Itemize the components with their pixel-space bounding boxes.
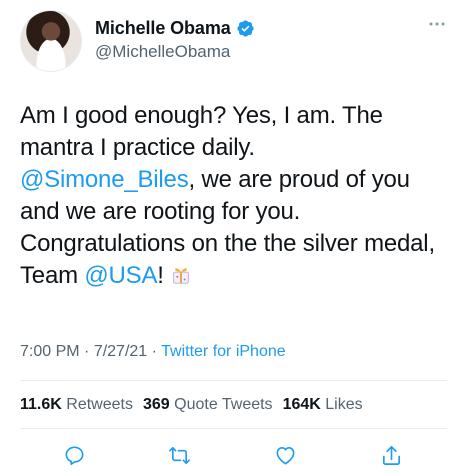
avatar[interactable] bbox=[20, 10, 82, 72]
share-icon bbox=[382, 445, 400, 465]
share-button[interactable] bbox=[376, 440, 406, 470]
likes-label: Likes bbox=[325, 396, 363, 413]
gift-emoji bbox=[172, 268, 189, 284]
likes-count: 164K bbox=[282, 396, 321, 413]
retweet-icon bbox=[168, 446, 190, 464]
quote-tweets-stat[interactable]: 369 Quote Tweets bbox=[143, 396, 273, 413]
tweet-meta: 7:00 PM · 7/27/21 · Twitter for iPhone bbox=[20, 343, 286, 361]
tweet-date[interactable]: 7/27/21 bbox=[94, 343, 147, 360]
quote-tweets-label: Quote Tweets bbox=[174, 396, 273, 413]
retweets-count: 11.6K bbox=[20, 396, 62, 413]
user-header: Michelle Obama bbox=[95, 18, 255, 39]
tweet-text-part: Am I good enough? Yes, I am. The mantra … bbox=[20, 102, 383, 161]
likes-stat[interactable]: 164K Likes bbox=[283, 396, 363, 413]
mention-link[interactable]: @Simone_Biles bbox=[20, 166, 189, 193]
tweet-source[interactable]: Twitter for iPhone bbox=[161, 343, 286, 360]
user-handle[interactable]: @MichelleObama bbox=[95, 42, 230, 62]
retweet-button[interactable] bbox=[164, 440, 194, 470]
reply-button[interactable] bbox=[59, 440, 89, 470]
quote-tweets-count: 369 bbox=[142, 396, 170, 413]
retweets-label: Retweets bbox=[66, 396, 133, 413]
mention-link[interactable]: @USA bbox=[84, 262, 157, 289]
like-button[interactable] bbox=[270, 440, 300, 470]
like-icon bbox=[276, 446, 294, 464]
tweet-stats: 11.6K Retweets 369 Quote Tweets 164K Likes bbox=[20, 396, 363, 414]
divider bbox=[20, 428, 447, 429]
divider bbox=[20, 380, 447, 381]
tweet-text-part: ! bbox=[157, 262, 164, 289]
reply-icon bbox=[65, 446, 83, 465]
verified-badge-icon bbox=[237, 20, 254, 37]
tweet-time[interactable]: 7:00 PM bbox=[20, 343, 80, 360]
tweet-text: Am I good enough? Yes, I am. The mantra … bbox=[20, 100, 450, 292]
meta-separator: · bbox=[147, 343, 162, 360]
action-bar bbox=[0, 440, 467, 470]
meta-separator: · bbox=[79, 343, 94, 360]
retweets-stat[interactable]: 11.6K Retweets bbox=[20, 396, 133, 413]
more-icon[interactable] bbox=[429, 20, 445, 28]
user-name[interactable]: Michelle Obama bbox=[95, 18, 231, 39]
